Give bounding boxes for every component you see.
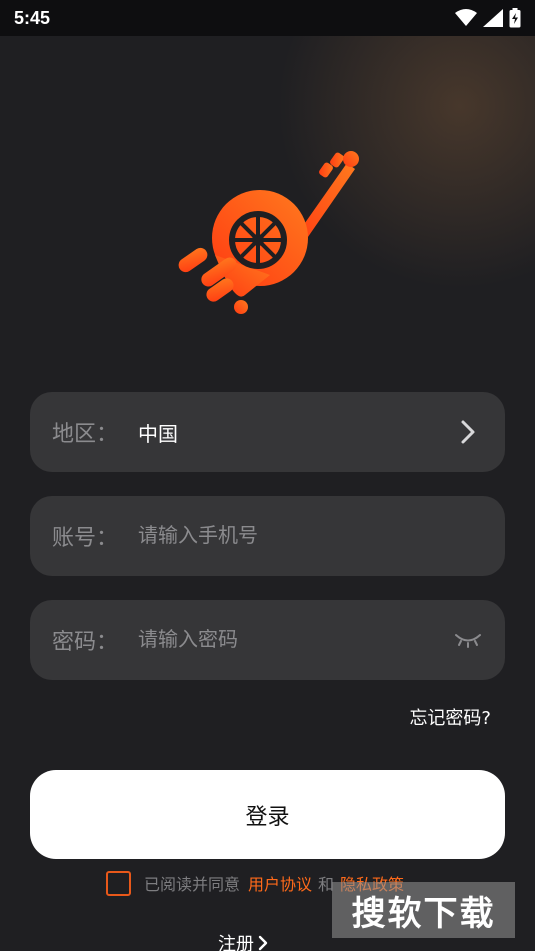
app-logo bbox=[178, 151, 359, 314]
agreement-checkbox[interactable] bbox=[106, 870, 131, 896]
eye-closed-icon[interactable] bbox=[453, 625, 483, 655]
chevron-right-icon bbox=[258, 935, 268, 951]
login-button[interactable]: 登录 bbox=[30, 770, 505, 859]
password-field: 密码： bbox=[30, 600, 505, 680]
password-label: 密码： bbox=[52, 629, 119, 654]
account-field: 账号： bbox=[30, 496, 505, 576]
register-label: 注册 bbox=[218, 934, 254, 951]
wifi-icon bbox=[455, 9, 477, 26]
region-label: 地区： bbox=[52, 421, 119, 446]
region-value: 中国 bbox=[138, 421, 178, 446]
region-selector[interactable]: 地区： 中国 bbox=[30, 392, 505, 472]
register-link[interactable]: 注册 bbox=[218, 930, 268, 951]
battery-charging-icon bbox=[509, 8, 521, 28]
chevron-right-icon[interactable] bbox=[453, 417, 483, 447]
user-agreement-link[interactable]: 用户协议 bbox=[248, 871, 312, 895]
watermark-text: 搜软下载 bbox=[351, 893, 496, 934]
signal-icon bbox=[483, 9, 503, 27]
agreement-prefix: 已阅读并同意 bbox=[144, 875, 241, 894]
forgot-password-link[interactable]: 忘记密码? bbox=[409, 704, 491, 730]
phone-input[interactable] bbox=[138, 524, 483, 548]
password-input[interactable] bbox=[138, 628, 453, 652]
watermark-overlay: 搜软下载 bbox=[332, 882, 515, 938]
status-icons bbox=[455, 8, 521, 28]
status-bar: 5:45 bbox=[0, 0, 535, 36]
status-time: 5:45 bbox=[14, 7, 51, 28]
account-label: 账号： bbox=[52, 525, 119, 550]
